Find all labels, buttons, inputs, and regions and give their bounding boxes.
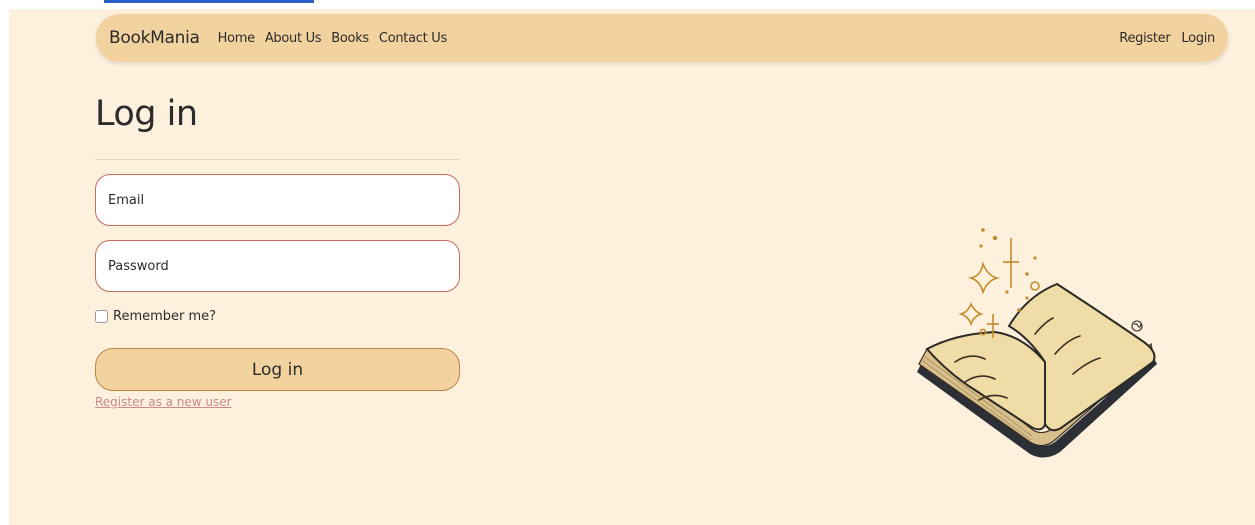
- nav-link-home[interactable]: Home: [218, 31, 256, 46]
- email-field-placeholder: Email: [108, 192, 145, 208]
- navbar: BookMania Home About Us Books Contact Us…: [96, 14, 1228, 62]
- artist-signature: [1131, 320, 1143, 332]
- nav-link-books[interactable]: Books: [331, 31, 369, 46]
- brand-logo[interactable]: BookMania: [109, 28, 200, 48]
- remember-me-checkbox[interactable]: [95, 310, 108, 323]
- remember-me-label[interactable]: Remember me?: [113, 309, 216, 324]
- register-new-user-link[interactable]: Register as a new user: [95, 395, 232, 409]
- login-button-label: Log in: [251, 359, 304, 380]
- password-field-placeholder: Password: [108, 258, 169, 274]
- nav-link-register[interactable]: Register: [1119, 31, 1170, 46]
- page-title: Log in: [95, 94, 198, 134]
- password-field[interactable]: Password: [95, 240, 460, 292]
- remember-me: Remember me?: [95, 309, 216, 324]
- email-field[interactable]: Email: [95, 174, 460, 226]
- page: BookMania Home About Us Books Contact Us…: [9, 9, 1255, 525]
- open-book-sparkles-icon: [917, 228, 1157, 458]
- nav-link-login[interactable]: Login: [1181, 31, 1215, 46]
- nav-right: Register Login: [1108, 31, 1215, 46]
- login-button[interactable]: Log in: [95, 348, 460, 391]
- top-link-strip[interactable]: [104, 0, 314, 3]
- nav-link-about-us[interactable]: About Us: [265, 31, 322, 46]
- divider: [95, 159, 460, 160]
- nav-link-contact-us[interactable]: Contact Us: [379, 31, 447, 46]
